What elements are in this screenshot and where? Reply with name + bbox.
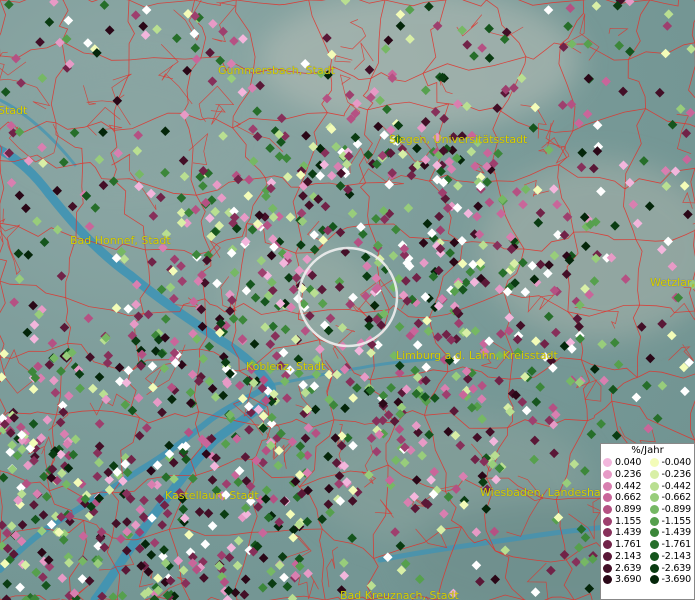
legend-swatch: [649, 470, 659, 480]
legend-entry: -0.899: [648, 504, 695, 516]
legend-value: 1.439: [615, 527, 642, 539]
legend-entry: -3.690: [648, 574, 695, 586]
legend-value: -1.155: [661, 515, 692, 527]
legend-entry: -0.040: [648, 457, 695, 469]
city-label-kastellaun: Kastellaun, Stadt: [165, 489, 259, 502]
city-label-bad-honnef: Bad Honnef, Stadt: [70, 234, 171, 247]
legend-positive-column: 0.040 0.236 0.442 0.662 0.899 1.155 1.439 1.761…: [601, 457, 648, 586]
legend-title: %/Jahr: [631, 445, 664, 456]
legend-entry: 1.439: [601, 527, 648, 539]
legend-swatch: [649, 528, 659, 538]
city-label-siegen: Siegen, Universitätsstadt: [389, 133, 528, 146]
legend-entry: 0.662: [601, 492, 648, 504]
city-label-limburg: Limburg a.d. Lahn, Kreisstadt: [396, 349, 558, 362]
legend-entry: -0.662: [648, 492, 695, 504]
legend-entry: 0.442: [601, 480, 648, 492]
legend-swatch: [603, 528, 612, 538]
legend-swatch: [603, 493, 612, 503]
city-label-bad-kreuznach: Bad Kreuznach, Stadt: [340, 589, 459, 600]
legend-value: -0.442: [661, 480, 692, 492]
legend-value: 0.442: [615, 480, 642, 492]
legend-value: 0.236: [615, 469, 642, 481]
legend-swatch: [603, 575, 612, 585]
legend-entry: -0.236: [648, 469, 695, 481]
legend-entry: -1.439: [648, 527, 695, 539]
legend-value: 0.040: [615, 457, 642, 469]
city-label-left-stadt: Stadt: [0, 104, 28, 117]
legend-value: 1.155: [615, 515, 642, 527]
legend-value: -1.761: [661, 539, 692, 551]
legend-swatch: [603, 563, 612, 573]
selection-overlay: [297, 246, 399, 348]
legend-swatch: [649, 481, 659, 491]
legend-value: -2.143: [661, 550, 692, 562]
legend-swatch: [649, 493, 659, 503]
legend-swatch: [603, 516, 612, 526]
legend-entry: -1.761: [648, 539, 695, 551]
city-label-wetzlar: Wetzlar, S: [650, 276, 695, 289]
legend-entry: 2.639: [601, 562, 648, 574]
legend-swatch: [649, 563, 659, 573]
legend-value: -0.236: [661, 469, 692, 481]
legend-swatch: [603, 458, 612, 468]
legend-swatch: [649, 458, 659, 468]
legend-entry: 0.899: [601, 504, 648, 516]
legend-value: -1.439: [661, 527, 692, 539]
legend-entry: -1.155: [648, 515, 695, 527]
legend-swatch: [603, 470, 612, 480]
legend-entry: 1.761: [601, 539, 648, 551]
legend-value: 2.639: [615, 562, 642, 574]
legend-entry: 1.155: [601, 515, 648, 527]
legend: %/Jahr 0.040 0.236 0.442 0.662 0.899 1.155 1.4…: [600, 443, 695, 600]
legend-value: 1.761: [615, 539, 642, 551]
legend-entry: 0.040: [601, 457, 648, 469]
legend-entry: 3.690: [601, 574, 648, 586]
legend-value: 0.662: [615, 492, 642, 504]
legend-entry: -2.143: [648, 551, 695, 563]
legend-value: -0.899: [661, 504, 692, 516]
legend-value: -0.662: [661, 492, 692, 504]
legend-swatch: [603, 540, 612, 550]
legend-swatch: [603, 551, 612, 561]
legend-swatch: [649, 540, 659, 550]
legend-value: -0.040: [661, 457, 692, 469]
city-label-gummersbach: Gummersbach, Stadt: [218, 64, 336, 77]
legend-swatch: [649, 505, 659, 515]
legend-entry: -2.639: [648, 562, 695, 574]
map-view[interactable]: Gummersbach, Stadt Siegen, Universitätss…: [0, 0, 695, 600]
legend-value: 0.899: [615, 504, 642, 516]
legend-swatch: [603, 505, 612, 515]
legend-value: -3.690: [661, 574, 692, 586]
legend-negative-column: -0.040 -0.236 -0.442 -0.662 -0.899 -1.155 -1.4…: [648, 457, 695, 586]
legend-swatch: [649, 575, 659, 585]
legend-entry: 2.143: [601, 551, 648, 563]
legend-swatch: [649, 516, 659, 526]
legend-swatch: [603, 481, 612, 491]
legend-value: -2.639: [661, 562, 692, 574]
legend-entry: -0.442: [648, 480, 695, 492]
legend-entry: 0.236: [601, 469, 648, 481]
legend-value: 3.690: [615, 574, 642, 586]
city-label-wiesbaden: Wiesbaden, Landeshaup: [480, 486, 615, 499]
selection-circle[interactable]: [297, 246, 399, 348]
legend-swatch: [649, 551, 659, 561]
legend-value: 2.143: [615, 550, 642, 562]
city-label-koblenz: Koblenz, Stadt: [246, 360, 326, 373]
